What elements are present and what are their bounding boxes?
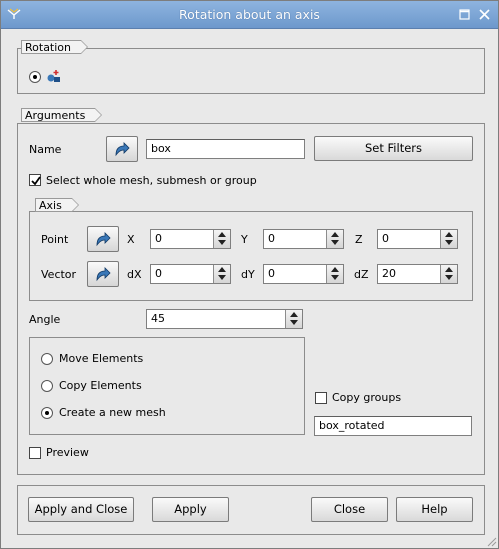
dx-label: dX [127,268,142,281]
move-elements-label: Move Elements [59,352,144,365]
copy-elements-radio[interactable] [41,380,53,392]
rotation-group [17,48,485,94]
close-button[interactable]: Close [311,497,388,522]
apply-label: Apply [174,502,207,516]
angle-spin-arrows[interactable] [285,310,302,328]
vector-select-button[interactable] [87,261,119,287]
copy-elements-label: Copy Elements [59,379,142,392]
angle-spinbox[interactable]: 45 [146,309,303,329]
dx-spinbox[interactable]: 0 [150,264,231,284]
rotation-type-radio[interactable] [29,71,41,83]
dialog-window: Rotation about an axis Rotation Argument… [0,0,499,549]
set-filters-button[interactable]: Set Filters [314,136,473,161]
x-label: X [127,233,135,246]
apply-button[interactable]: Apply [152,497,229,522]
dz-spin-arrows[interactable] [440,265,457,283]
axis-group-label: Axis [35,198,79,212]
angle-value: 45 [151,312,165,325]
close-label: Close [333,502,366,516]
angle-label: Angle [29,313,61,326]
spin-up-icon[interactable] [445,267,453,272]
arguments-group-label: Arguments [21,108,103,122]
dz-spinbox[interactable]: 20 [377,264,458,284]
title-bar[interactable]: Rotation about an axis [1,1,498,29]
close-window-icon[interactable] [478,8,491,21]
rotation-axis-icon [47,70,60,82]
spin-down-icon[interactable] [218,275,226,280]
dy-value: 0 [268,267,275,280]
x-spinbox[interactable]: 0 [150,229,231,249]
copy-groups-checkbox[interactable] [315,392,327,404]
create-new-mesh-label: Create a new mesh [59,406,166,419]
set-filters-label: Set Filters [364,141,422,155]
z-value: 0 [382,232,389,245]
dx-value: 0 [155,267,162,280]
selection-arrow-icon [115,142,130,157]
z-label: Z [355,233,363,246]
vector-label: Vector [41,268,77,281]
z-spin-arrows[interactable] [440,230,457,248]
checkmark-icon [31,176,41,186]
axis-group [29,211,473,301]
x-spin-arrows[interactable] [213,230,230,248]
dy-spin-arrows[interactable] [326,265,343,283]
dy-spinbox[interactable]: 0 [263,264,344,284]
apply-and-close-button[interactable]: Apply and Close [28,497,134,522]
name-label: Name [29,143,62,156]
spin-up-icon[interactable] [331,232,339,237]
preview-label: Preview [46,446,89,459]
dz-label: dZ [354,268,369,281]
select-whole-mesh-label: Select whole mesh, submesh or group [46,174,257,187]
selection-arrow-icon [96,232,111,247]
help-label: Help [421,502,448,516]
create-new-mesh-radio[interactable] [41,407,53,419]
y-label: Y [241,233,248,246]
spin-down-icon[interactable] [331,240,339,245]
spin-up-icon[interactable] [290,312,298,317]
y-value: 0 [268,232,275,245]
copy-groups-label: Copy groups [332,391,402,404]
selection-arrow-icon [96,267,111,282]
spin-up-icon[interactable] [445,232,453,237]
dz-value: 20 [382,267,396,280]
y-spinbox[interactable]: 0 [263,229,344,249]
new-mesh-name-field[interactable]: box_rotated [314,416,472,436]
point-label: Point [41,233,69,246]
spin-down-icon[interactable] [445,275,453,280]
spin-down-icon[interactable] [445,240,453,245]
spin-up-icon[interactable] [218,267,226,272]
y-spin-arrows[interactable] [326,230,343,248]
preview-checkbox[interactable] [29,447,41,459]
rotation-group-label: Rotation [21,40,89,54]
spin-down-icon[interactable] [290,320,298,325]
spin-down-icon[interactable] [218,240,226,245]
resize-grip-icon[interactable] [485,535,497,547]
dy-label: dY [241,268,255,281]
spin-down-icon[interactable] [331,275,339,280]
name-field[interactable]: box [146,139,305,159]
spin-up-icon[interactable] [218,232,226,237]
point-select-button[interactable] [87,226,119,252]
window-title: Rotation about an axis [179,7,320,22]
select-whole-mesh-checkbox[interactable] [29,174,41,186]
help-button[interactable]: Help [396,497,473,522]
spin-up-icon[interactable] [331,267,339,272]
x-value: 0 [155,232,162,245]
move-elements-radio[interactable] [41,353,53,365]
z-spinbox[interactable]: 0 [377,229,458,249]
apply-and-close-label: Apply and Close [34,502,128,516]
dx-spin-arrows[interactable] [213,265,230,283]
name-select-button[interactable] [106,136,138,162]
maximize-icon[interactable] [458,8,471,21]
